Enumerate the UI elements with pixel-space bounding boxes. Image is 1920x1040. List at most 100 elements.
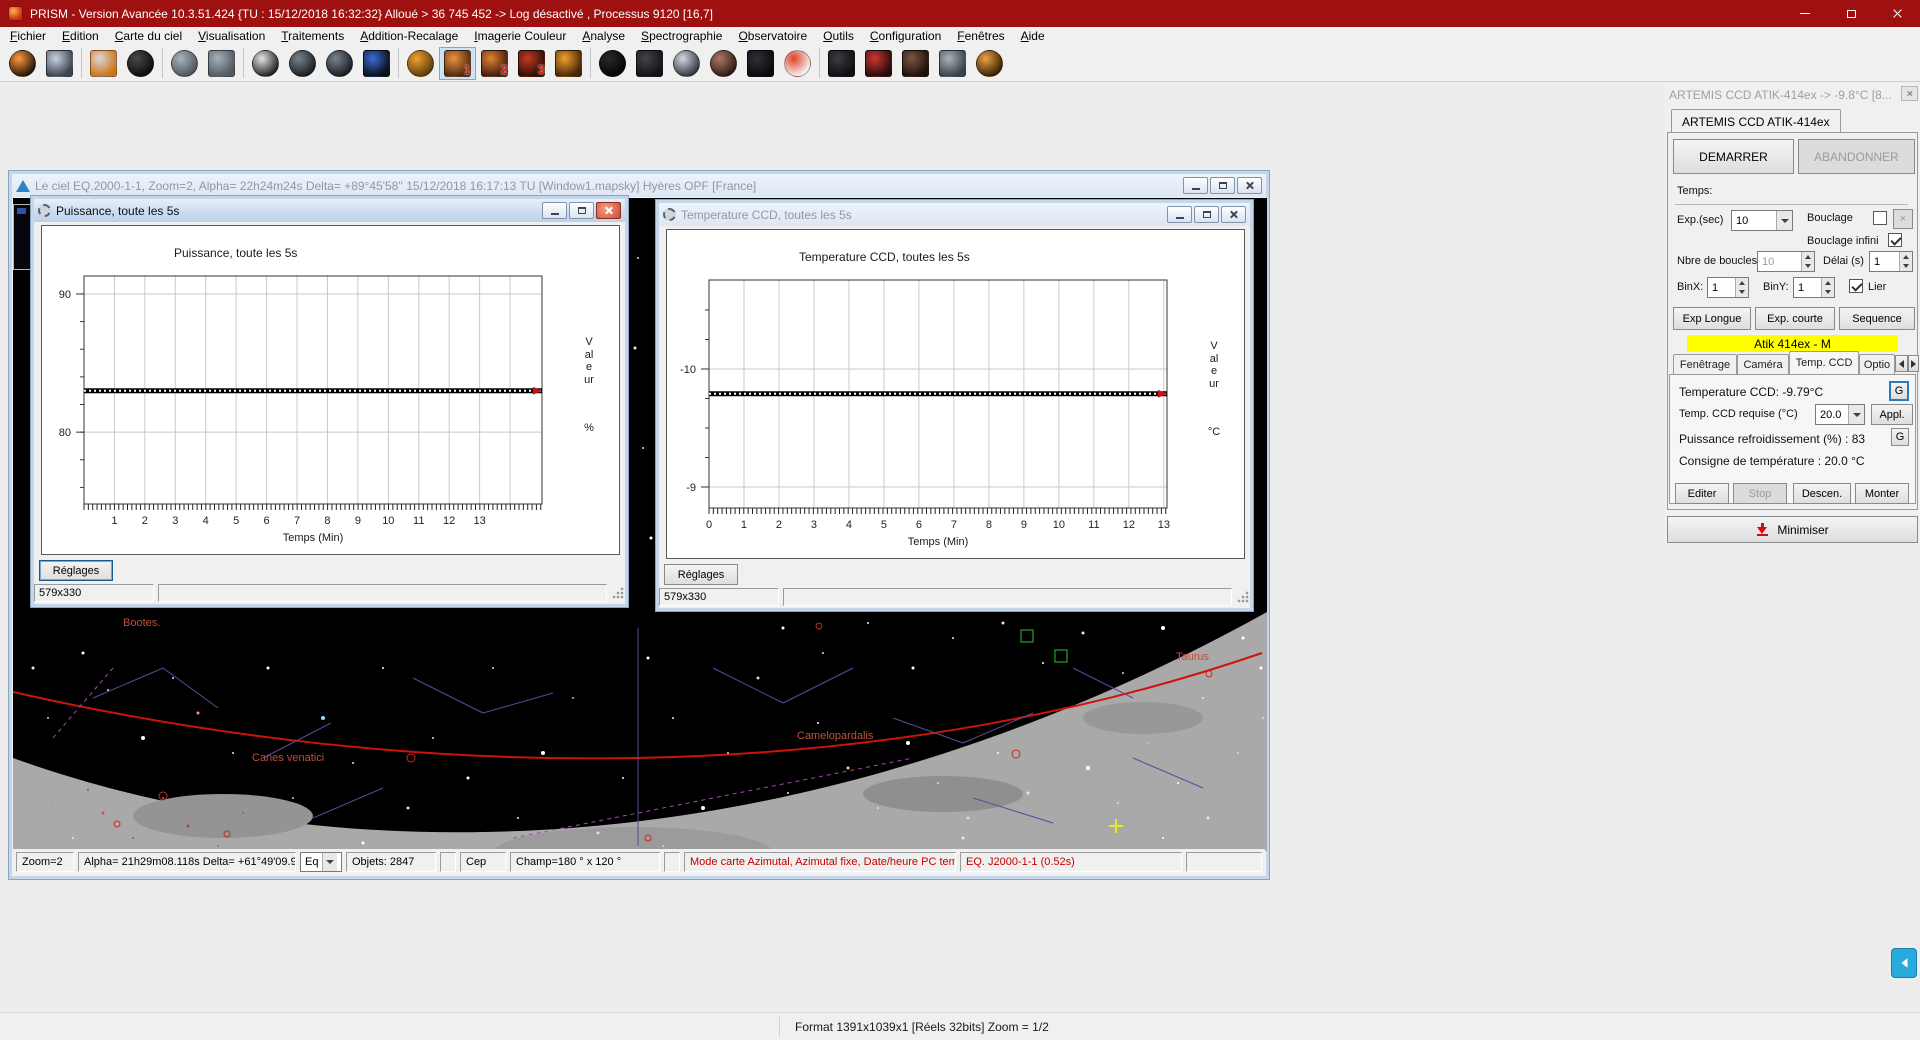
tab-scroll-left-icon[interactable]: [1895, 355, 1908, 372]
camera-red-icon[interactable]: [860, 47, 897, 80]
menu-spectrographie[interactable]: Spectrographie: [633, 28, 730, 44]
sky-minimize-button[interactable]: [1183, 177, 1208, 194]
graph-temp-button[interactable]: G: [1889, 381, 1909, 401]
cone-icon[interactable]: [631, 47, 668, 80]
tab-scroll-right-icon[interactable]: [1908, 355, 1919, 372]
temp-requise-select[interactable]: 20.0: [1815, 404, 1865, 425]
lier-checkbox[interactable]: [1849, 279, 1863, 293]
rotate-left-icon[interactable]: [166, 47, 203, 80]
monitor-icon[interactable]: [823, 47, 860, 80]
puissance-minimize-button[interactable]: [542, 202, 567, 219]
menu-traitements[interactable]: Traitements: [273, 28, 352, 44]
panel-tab[interactable]: ARTEMIS CCD ATIK-414ex: [1671, 109, 1841, 133]
exposure-select[interactable]: 10: [1731, 210, 1793, 231]
chevron-down-icon[interactable]: [322, 853, 337, 871]
reglages-button[interactable]: Réglages: [39, 560, 113, 581]
observer-icon[interactable]: [971, 47, 1008, 80]
abandonner-button[interactable]: ABANDONNER: [1798, 139, 1915, 174]
temperature-maximize-button[interactable]: [1194, 206, 1219, 223]
bouclage-infini-checkbox[interactable]: [1888, 233, 1902, 247]
demarrer-button[interactable]: DEMARRER: [1673, 139, 1794, 174]
menu-carte-du-ciel[interactable]: Carte du ciel: [107, 28, 190, 44]
temperature-minimize-button[interactable]: [1167, 206, 1192, 223]
menu-fichier[interactable]: Fichier: [2, 28, 54, 44]
camera-ccd-3-icon[interactable]: 3: [513, 47, 550, 80]
info-icon[interactable]: [122, 47, 159, 80]
histogram-icon[interactable]: [934, 47, 971, 80]
minimize-button[interactable]: [1782, 0, 1828, 27]
close-button[interactable]: [1874, 0, 1920, 27]
save-icon[interactable]: [41, 47, 78, 80]
zoom-in-icon[interactable]: [284, 47, 321, 80]
maximize-button[interactable]: [1828, 0, 1874, 27]
config-sphere-icon[interactable]: [705, 47, 742, 80]
stepper-arrows[interactable]: [1899, 252, 1912, 271]
exp-courte-button[interactable]: Exp. courte: [1755, 307, 1835, 330]
tab-fenetrage[interactable]: Fenêtrage: [1673, 354, 1737, 375]
menu-imagerie-couleur[interactable]: Imagerie Couleur: [466, 28, 574, 44]
chevron-down-icon[interactable]: [1848, 405, 1864, 424]
tab-camera[interactable]: Caméra: [1737, 354, 1789, 375]
stepper-arrows[interactable]: [1801, 252, 1814, 271]
cancel-loop-button[interactable]: ×: [1893, 209, 1913, 229]
menu-fen-tres[interactable]: Fenêtres: [949, 28, 1012, 44]
graph-power-button[interactable]: G: [1891, 428, 1909, 446]
editer-button[interactable]: Editer: [1675, 483, 1729, 504]
appliquer-button[interactable]: Appl.: [1871, 404, 1913, 425]
tab-temp-ccd[interactable]: Temp. CCD: [1789, 351, 1859, 375]
menu-addition-recalage[interactable]: Addition-Recalage: [352, 28, 466, 44]
camera-ccd-1-icon[interactable]: 1: [439, 47, 476, 80]
menu-edition[interactable]: Edition: [54, 28, 107, 44]
temperature-titlebar[interactable]: Temperature CCD, toutes les 5s: [659, 203, 1250, 226]
puissance-close-button[interactable]: [596, 202, 621, 219]
biny-stepper[interactable]: 1: [1793, 277, 1835, 298]
exp-longue-button[interactable]: Exp Longue: [1673, 307, 1751, 330]
panel-close-button[interactable]: [1901, 86, 1918, 101]
flip-vertical-icon[interactable]: [203, 47, 240, 80]
sky-status-bar: Zoom=2 Alpha= 21h29m08.118s Delta= +61°4…: [13, 849, 1265, 875]
minimiser-button[interactable]: Minimiser: [1667, 516, 1918, 543]
validate-rotate-icon[interactable]: [779, 47, 816, 80]
instrument-icon[interactable]: [897, 47, 934, 80]
hand-gear-icon[interactable]: [402, 47, 439, 80]
stop-button[interactable]: Stop: [1733, 483, 1787, 504]
menu-aide[interactable]: Aide: [1013, 28, 1053, 44]
image-night-icon[interactable]: [742, 47, 779, 80]
menu-analyse[interactable]: Analyse: [574, 28, 633, 44]
descendre-button[interactable]: Descen.: [1793, 483, 1851, 504]
chevron-down-icon[interactable]: [1776, 211, 1792, 230]
contrast-sphere-icon[interactable]: [247, 47, 284, 80]
temperature-close-button[interactable]: [1221, 206, 1246, 223]
menu-visualisation[interactable]: Visualisation: [190, 28, 273, 44]
menu-outils[interactable]: Outils: [815, 28, 862, 44]
planetarium-icon[interactable]: [358, 47, 395, 80]
new-image-icon[interactable]: [4, 47, 41, 80]
sky-window-titlebar[interactable]: Le ciel EQ.2000-1-1, Zoom=2, Alpha= 22h2…: [12, 174, 1266, 197]
puissance-titlebar[interactable]: Puissance, toute les 5s: [34, 199, 625, 222]
stepper-arrows[interactable]: [1735, 278, 1748, 297]
resize-grip[interactable]: [1236, 590, 1250, 604]
monter-button[interactable]: Monter: [1855, 483, 1909, 504]
dome-icon[interactable]: [594, 47, 631, 80]
zoom-out-icon[interactable]: [321, 47, 358, 80]
edit-capture-icon[interactable]: [85, 47, 122, 80]
reglages-button[interactable]: Réglages: [664, 564, 738, 585]
bouclage-checkbox[interactable]: [1873, 211, 1887, 225]
camera-ccd-2-icon[interactable]: 2: [476, 47, 513, 80]
tab-options[interactable]: Optio: [1859, 354, 1895, 375]
delai-stepper[interactable]: 1: [1869, 251, 1913, 272]
menu-configuration[interactable]: Configuration: [862, 28, 949, 44]
puissance-maximize-button[interactable]: [569, 202, 594, 219]
sky-close-button[interactable]: [1237, 177, 1262, 194]
stepper-arrows[interactable]: [1821, 278, 1834, 297]
focuser-icon[interactable]: [550, 47, 587, 80]
star-globe-icon[interactable]: [668, 47, 705, 80]
frame-select[interactable]: Eq: [300, 852, 342, 872]
nbre-boucles-stepper[interactable]: 10: [1757, 251, 1815, 272]
menu-observatoire[interactable]: Observatoire: [730, 28, 815, 44]
resize-grip[interactable]: [611, 586, 625, 600]
binx-stepper[interactable]: 1: [1707, 277, 1749, 298]
sky-maximize-button[interactable]: [1210, 177, 1235, 194]
remote-helper-icon[interactable]: [1891, 948, 1917, 978]
sequence-button[interactable]: Sequence: [1839, 307, 1915, 330]
